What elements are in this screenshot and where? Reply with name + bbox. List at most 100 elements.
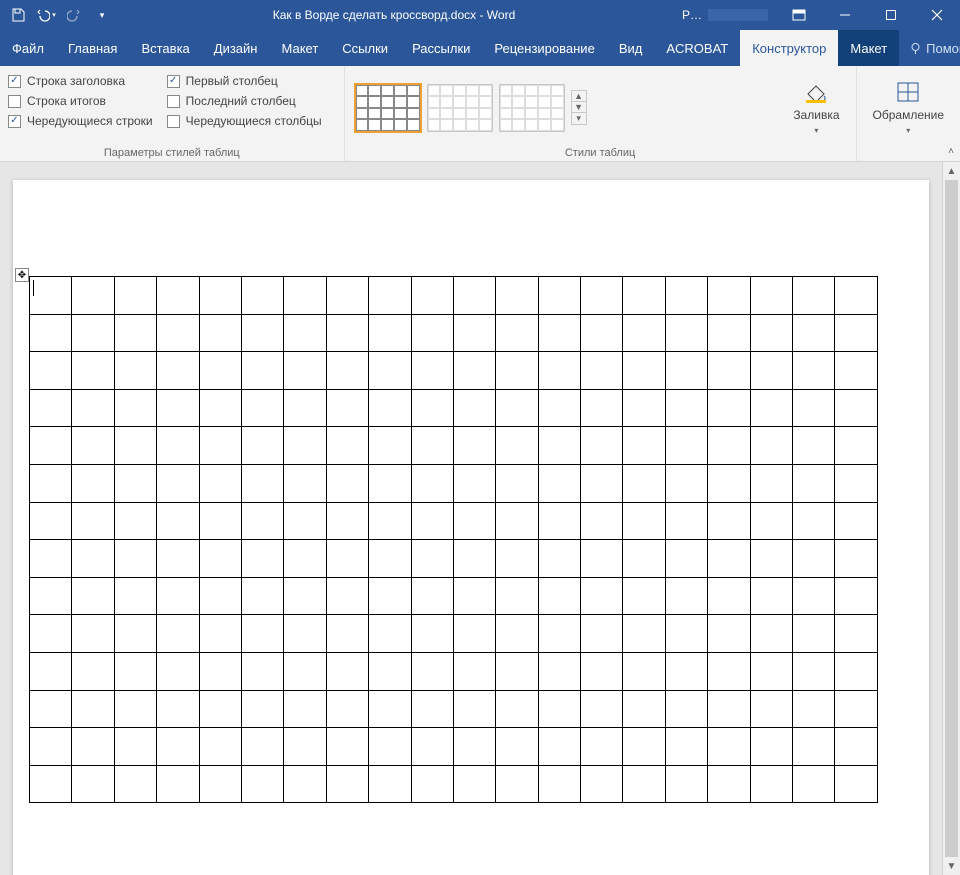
crossword-table[interactable]	[29, 276, 878, 803]
table-cell[interactable]	[241, 427, 283, 465]
table-cell[interactable]	[496, 728, 538, 766]
table-cell[interactable]	[199, 464, 241, 502]
table-cell[interactable]	[369, 728, 411, 766]
table-cell[interactable]	[411, 277, 453, 315]
table-cell[interactable]	[411, 352, 453, 390]
table-cell[interactable]	[157, 728, 199, 766]
table-cell[interactable]	[708, 427, 750, 465]
table-cell[interactable]	[623, 690, 665, 728]
table-cell[interactable]	[157, 577, 199, 615]
table-cell[interactable]	[581, 389, 623, 427]
table-cell[interactable]	[241, 540, 283, 578]
table-cell[interactable]	[284, 314, 326, 352]
table-cell[interactable]	[114, 352, 156, 390]
table-cell[interactable]	[199, 389, 241, 427]
table-cell[interactable]	[708, 314, 750, 352]
table-cell[interactable]	[326, 389, 368, 427]
table-cell[interactable]	[411, 427, 453, 465]
table-cell[interactable]	[241, 690, 283, 728]
table-cell[interactable]	[326, 690, 368, 728]
scroll-down[interactable]: ▼	[943, 857, 960, 875]
table-cell[interactable]	[284, 277, 326, 315]
table-cell[interactable]	[496, 464, 538, 502]
tab-design[interactable]: Дизайн	[202, 30, 270, 66]
table-cell[interactable]	[241, 314, 283, 352]
table-cell[interactable]	[793, 765, 835, 803]
table-cell[interactable]	[453, 615, 495, 653]
tab-mailings[interactable]: Рассылки	[400, 30, 482, 66]
table-cell[interactable]	[241, 765, 283, 803]
chk-total-row[interactable]: Строка итогов	[8, 94, 153, 108]
table-cell[interactable]	[411, 540, 453, 578]
table-cell[interactable]	[496, 577, 538, 615]
table-cell[interactable]	[157, 427, 199, 465]
table-cell[interactable]	[411, 615, 453, 653]
table-cell[interactable]	[538, 427, 580, 465]
table-cell[interactable]	[793, 615, 835, 653]
table-cell[interactable]	[411, 389, 453, 427]
table-cell[interactable]	[157, 389, 199, 427]
table-cell[interactable]	[369, 277, 411, 315]
table-cell[interactable]	[284, 728, 326, 766]
table-cell[interactable]	[793, 652, 835, 690]
table-cell[interactable]	[72, 352, 114, 390]
table-cell[interactable]	[665, 314, 707, 352]
table-cell[interactable]	[708, 502, 750, 540]
table-cell[interactable]	[326, 728, 368, 766]
table-cell[interactable]	[750, 615, 792, 653]
table-cell[interactable]	[750, 277, 792, 315]
table-cell[interactable]	[30, 389, 72, 427]
table-cell[interactable]	[496, 615, 538, 653]
table-cell[interactable]	[793, 389, 835, 427]
table-cell[interactable]	[30, 464, 72, 502]
table-cell[interactable]	[835, 464, 877, 502]
table-cell[interactable]	[496, 427, 538, 465]
table-cell[interactable]	[199, 277, 241, 315]
table-cell[interactable]	[369, 464, 411, 502]
table-cell[interactable]	[538, 352, 580, 390]
table-cell[interactable]	[538, 652, 580, 690]
table-cell[interactable]	[157, 690, 199, 728]
tab-layout[interactable]: Макет	[269, 30, 330, 66]
table-cell[interactable]	[72, 615, 114, 653]
table-cell[interactable]	[157, 652, 199, 690]
table-cell[interactable]	[453, 314, 495, 352]
table-cell[interactable]	[496, 352, 538, 390]
table-cell[interactable]	[665, 652, 707, 690]
table-cell[interactable]	[453, 728, 495, 766]
table-cell[interactable]	[284, 690, 326, 728]
table-cell[interactable]	[72, 652, 114, 690]
table-cell[interactable]	[623, 314, 665, 352]
table-cell[interactable]	[284, 615, 326, 653]
table-cell[interactable]	[241, 389, 283, 427]
table-cell[interactable]	[793, 277, 835, 315]
shading-button[interactable]: Заливка ▾	[785, 76, 847, 139]
table-cell[interactable]	[30, 314, 72, 352]
table-cell[interactable]	[411, 765, 453, 803]
table-cell[interactable]	[369, 577, 411, 615]
table-cell[interactable]	[114, 277, 156, 315]
table-cell[interactable]	[114, 389, 156, 427]
table-cell[interactable]	[284, 577, 326, 615]
table-cell[interactable]	[241, 615, 283, 653]
table-cell[interactable]	[157, 765, 199, 803]
table-cell[interactable]	[411, 314, 453, 352]
table-cell[interactable]	[453, 765, 495, 803]
table-cell[interactable]	[114, 652, 156, 690]
table-cell[interactable]	[453, 577, 495, 615]
table-cell[interactable]	[369, 765, 411, 803]
table-cell[interactable]	[750, 540, 792, 578]
chk-first-col[interactable]: Первый столбец	[167, 74, 322, 88]
table-cell[interactable]	[793, 464, 835, 502]
table-cell[interactable]	[793, 728, 835, 766]
table-cell[interactable]	[581, 577, 623, 615]
table-cell[interactable]	[114, 690, 156, 728]
table-cell[interactable]	[284, 464, 326, 502]
borders-button[interactable]: Обрамление ▾	[865, 70, 952, 145]
table-cell[interactable]	[326, 540, 368, 578]
save-button[interactable]	[6, 3, 30, 27]
table-cell[interactable]	[750, 502, 792, 540]
table-cell[interactable]	[835, 652, 877, 690]
table-cell[interactable]	[538, 389, 580, 427]
table-cell[interactable]	[241, 277, 283, 315]
